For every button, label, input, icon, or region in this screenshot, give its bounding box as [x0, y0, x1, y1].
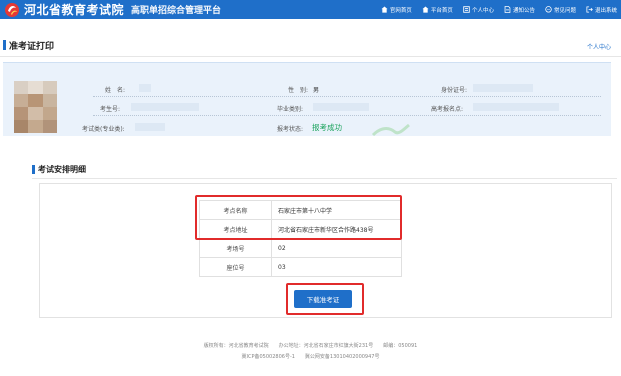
section-title: 准考证打印 [9, 42, 55, 52]
nav-label: 退出系统 [594, 7, 617, 14]
nav-official-home[interactable]: 官网首页 [381, 6, 412, 14]
nav-label: 个人中心 [471, 7, 494, 14]
home-icon [422, 6, 429, 13]
personal-center-link[interactable]: 个人中心 [587, 42, 611, 51]
exam-schedule-section-header: 考试安排明细 [32, 163, 617, 177]
nav-logout[interactable]: 退出系统 [586, 6, 617, 14]
logout-icon [586, 6, 593, 13]
candidate-photo [14, 81, 57, 133]
logo-icon [5, 2, 19, 17]
exam-number-value [131, 103, 199, 111]
chat-icon [545, 6, 552, 13]
gender-value: 男 [313, 87, 320, 94]
id-number-value [473, 84, 533, 92]
site-name: 河北省教育考试院 [24, 3, 125, 17]
exam-category-value [135, 123, 165, 131]
footer-copyright: 版权所有：河北省教育考试院 办公地址：河北省石家庄市红旗大街231号 邮编：05… [203, 343, 418, 349]
status-label: 报考状态: [277, 126, 304, 133]
platform-name: 高职单招综合管理平台 [131, 6, 222, 16]
nav-label: 平台首页 [430, 7, 453, 14]
nav-personal-center[interactable]: 个人中心 [463, 6, 494, 14]
home-icon [381, 6, 388, 13]
nav-notices[interactable]: 通知公告 [504, 6, 535, 14]
nav-label: 通知公告 [512, 7, 535, 14]
row-separator [93, 115, 601, 116]
nav-label: 常见问题 [553, 7, 576, 14]
nav-label: 官网首页 [389, 7, 412, 14]
gender-label: 性 别: [288, 87, 309, 94]
download-admit-card-button[interactable]: 下载准考证 [294, 290, 352, 308]
exam-number-label: 考生号: [100, 106, 121, 113]
registration-site-label: 高考报名点: [431, 106, 464, 113]
nav-menu: 官网首页 平台首页 个人中心 通知公告 常见问题 退出系统 [371, 0, 617, 19]
divider [0, 56, 621, 57]
profile-icon [463, 6, 470, 13]
footer-icp: 冀ICP备05002806号-1 冀公网安备13010402000947号 [241, 354, 380, 360]
table-row: 座位号 03 [199, 257, 402, 277]
registration-site-value [473, 103, 559, 111]
row-separator [93, 96, 601, 97]
divider [32, 178, 617, 179]
name-label: 姓 名: [105, 87, 126, 94]
graduation-type-value [313, 103, 369, 111]
nav-faq[interactable]: 常见问题 [545, 6, 576, 14]
section-title: 考试安排明细 [38, 165, 86, 174]
seat-number: 03 [271, 257, 402, 277]
table-row: 考场号 02 [199, 238, 402, 258]
graduation-type-label: 毕业类别: [277, 106, 304, 113]
highlight-box-exam-site [195, 195, 402, 240]
nav-platform-home[interactable]: 平台首页 [422, 6, 453, 14]
id-number-label: 身份证号: [441, 87, 468, 94]
section-marker [3, 40, 6, 50]
name-value [139, 84, 151, 92]
admit-card-section-header: 准考证打印 个人中心 [3, 38, 615, 52]
decorative-stroke-icon [371, 123, 410, 137]
candidate-info-panel: 姓 名: 性 别: 男 身份证号: 考生号: 毕业类别: 高考报名点: 考试类(… [3, 62, 611, 137]
status-value: 报考成功 [312, 123, 342, 132]
section-marker [32, 165, 35, 174]
exam-room-number: 02 [271, 238, 402, 258]
exam-category-label: 考试类(专业类): [82, 126, 125, 133]
top-navigation-bar: 河北省教育考试院 高职单招综合管理平台 官网首页 平台首页 个人中心 通知公告 … [0, 0, 621, 19]
screenshot-gap [0, 136, 621, 152]
document-icon [504, 6, 511, 13]
row-label: 座位号 [199, 257, 272, 277]
row-label: 考场号 [199, 238, 272, 258]
